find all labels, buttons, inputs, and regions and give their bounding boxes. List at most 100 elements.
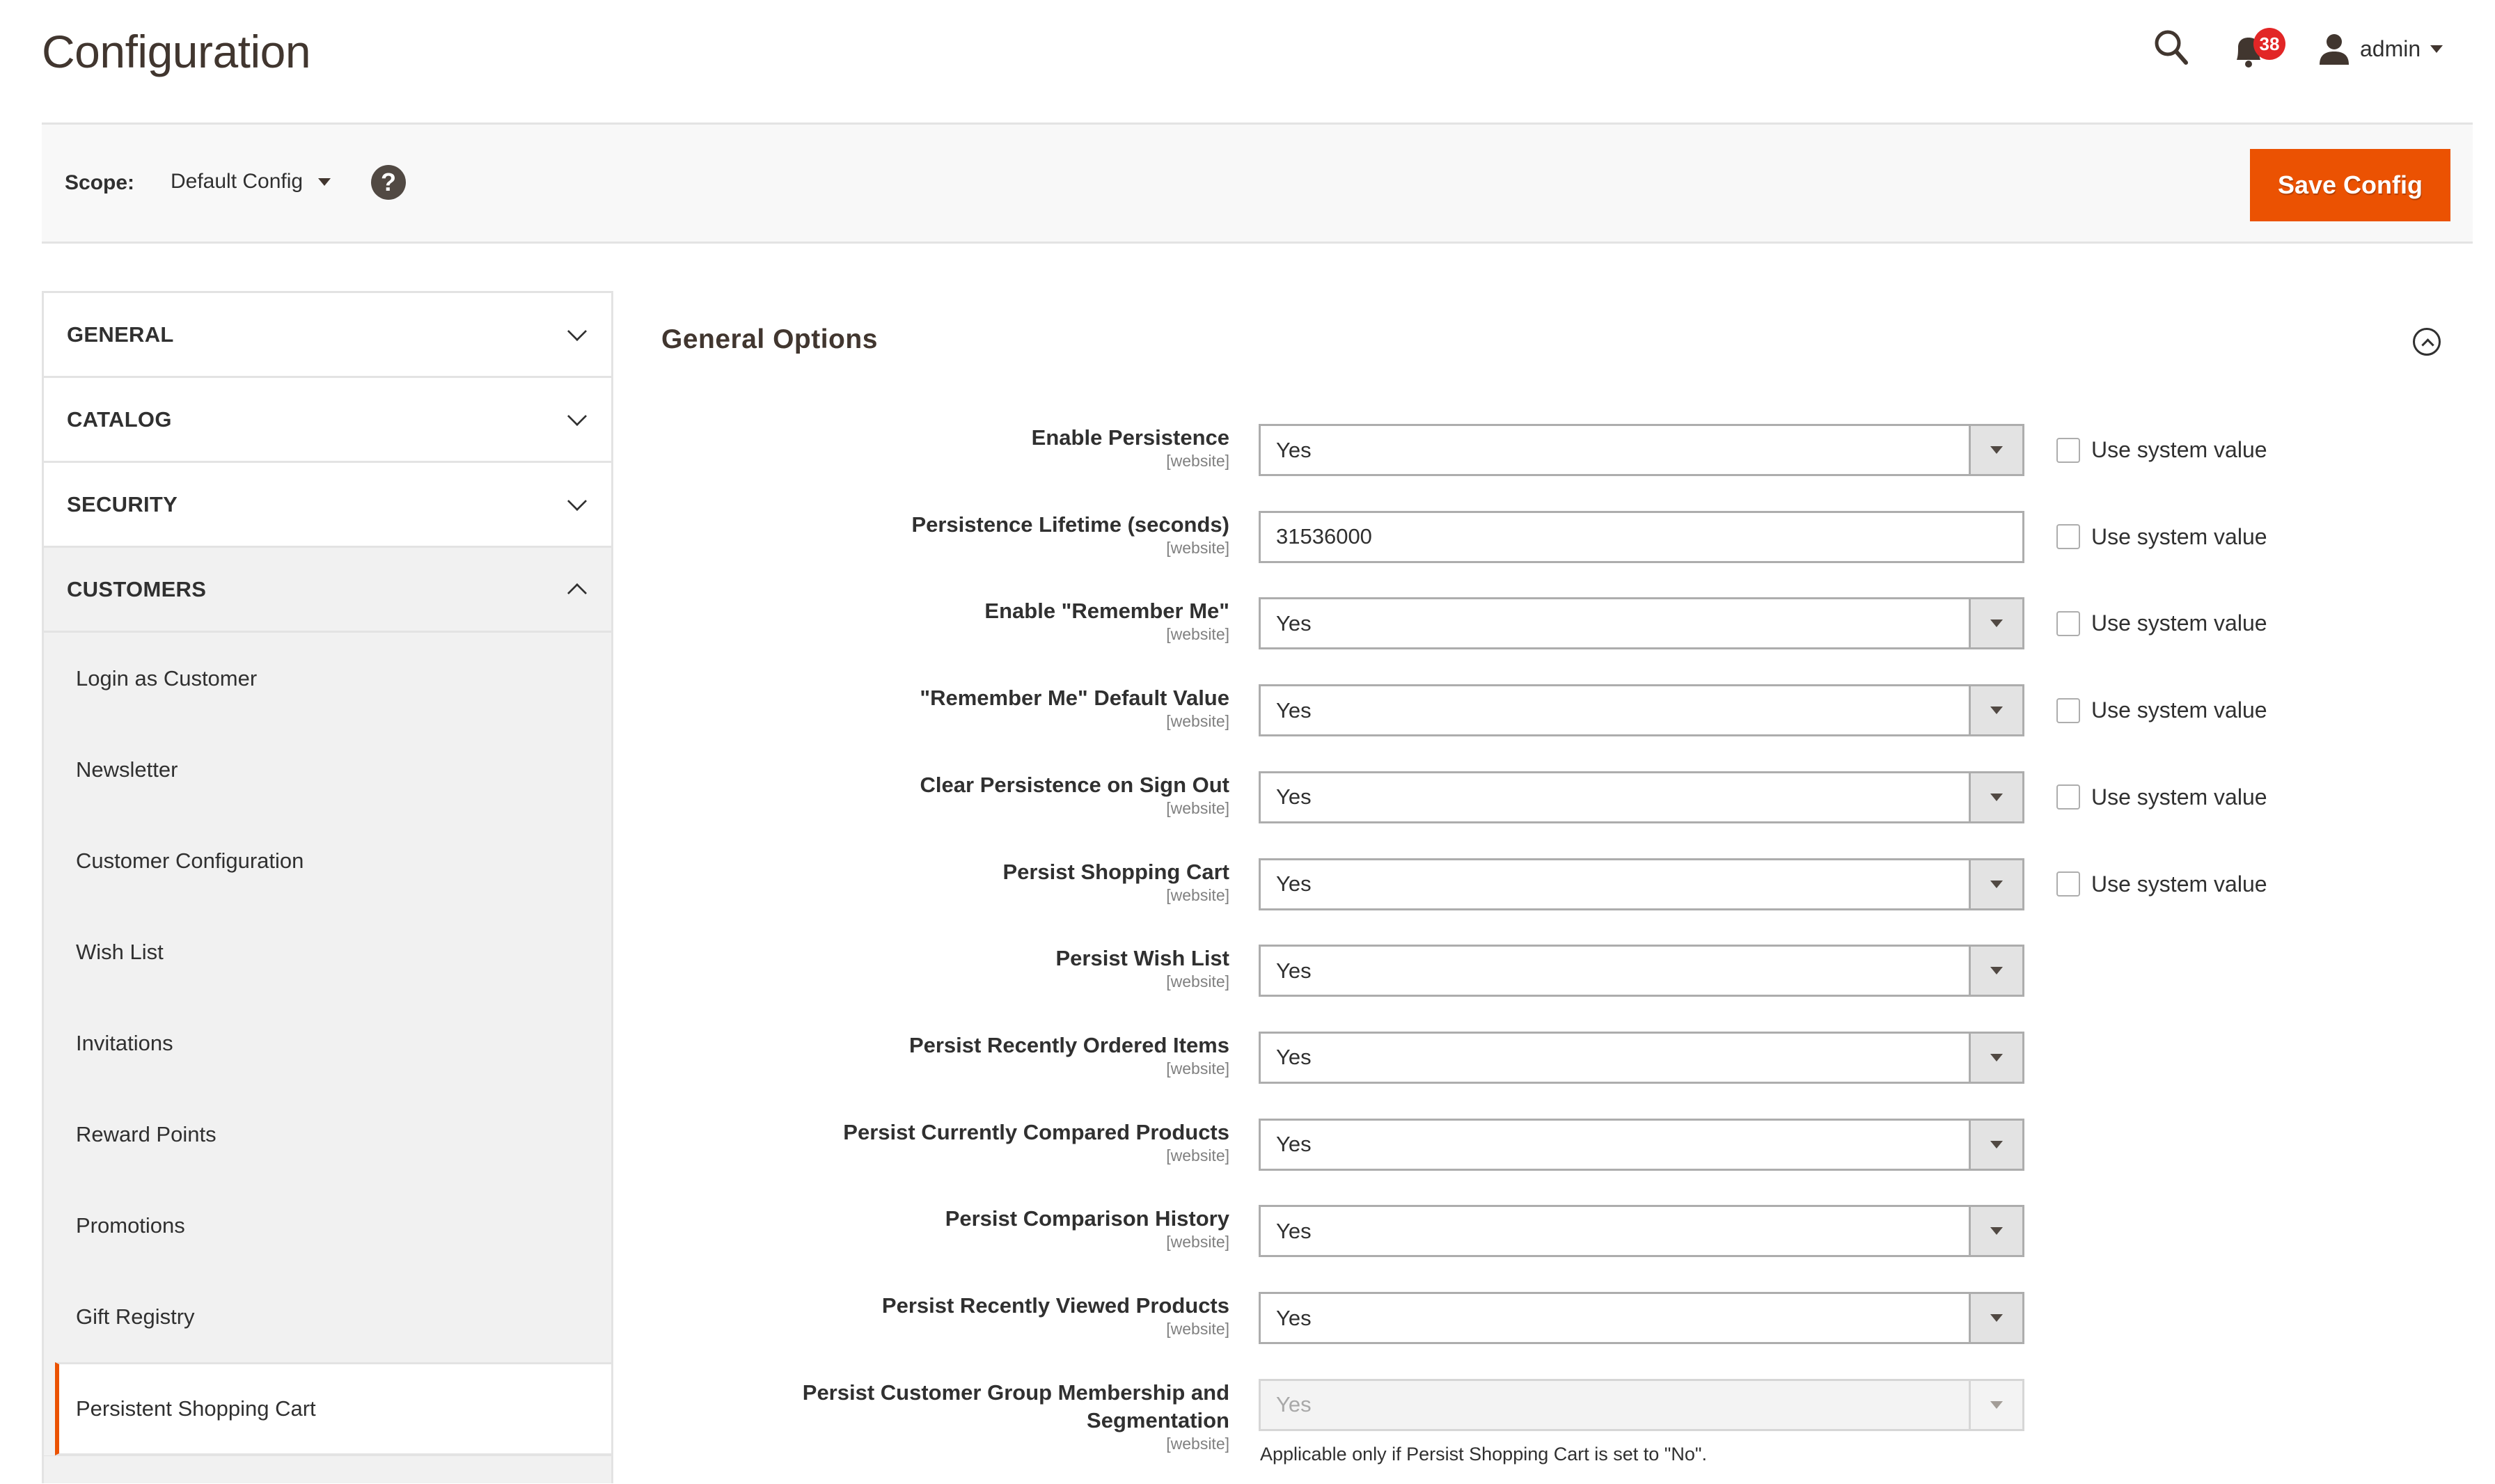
field-row-enable-persistence: Enable Persistence [website] Yes Use system…: [0, 424, 2495, 500]
field-row-persist-shopping-cart: Persist Shopping Cart [website] Yes Use sys…: [0, 858, 2495, 935]
scope-label: Scope:: [65, 171, 135, 194]
use-system-value-enable-persistence[interactable]: Use system value: [2056, 437, 2267, 463]
use-system-value-clear-persistence-on-sign-out[interactable]: Use system value: [2056, 784, 2267, 810]
field-scope: [website]: [1166, 625, 1229, 644]
sidebar-section-label: GENERAL: [67, 322, 174, 347]
field-label: Persist Recently Ordered Items: [908, 1032, 1229, 1057]
select-persist-shopping-cart[interactable]: Yes: [1259, 858, 2024, 910]
caret-down-icon: [1990, 446, 2003, 454]
caret-down-icon: [1990, 1314, 2003, 1322]
scope-value: Default Config: [171, 170, 304, 193]
use-system-value-label: Use system value: [2091, 437, 2267, 462]
caret-down-icon: [1990, 1053, 2003, 1061]
field-value: Yes: [1276, 1305, 1312, 1330]
field-value: Yes: [1276, 610, 1312, 636]
field-label: Persist Wish List: [1055, 946, 1229, 971]
field-value: Yes: [1276, 437, 1312, 462]
sidebar-section-general[interactable]: GENERAL: [44, 293, 611, 378]
chevron-up-circle-icon[interactable]: [2413, 328, 2441, 356]
field-row-persist-recently-ordered-items: Persist Recently Ordered Items [website] Y…: [0, 1031, 2495, 1108]
field-row-persistence-lifetime-seconds: Persistence Lifetime (seconds) [website] 3…: [0, 510, 2495, 587]
field-label: Clear Persistence on Sign Out: [920, 772, 1229, 797]
field-scope: [website]: [1166, 452, 1229, 470]
use-system-value-checkbox[interactable]: [2056, 437, 2080, 463]
select-persist-recently-viewed-products[interactable]: Yes: [1259, 1292, 2024, 1344]
dropdown-toggle[interactable]: [1969, 1033, 2022, 1082]
use-system-value-enable-remember-me[interactable]: Use system value: [2056, 610, 2267, 636]
caret-down-icon: [1990, 880, 2003, 888]
select-remember-me-default-value[interactable]: Yes: [1259, 684, 2024, 737]
select-persist-currently-compared-products[interactable]: Yes: [1259, 1118, 2024, 1171]
select-persist-comparison-history[interactable]: Yes: [1259, 1205, 2024, 1258]
field-row-persist-comparison-history: Persist Comparison History [website] Yes: [0, 1205, 2495, 1281]
select-enable-remember-me[interactable]: Yes: [1259, 597, 2024, 650]
page-title: Configuration: [42, 26, 311, 77]
field-row-remember-me-default-value: "Remember Me" Default Value [website] Yes U…: [0, 684, 2495, 761]
select-enable-persistence[interactable]: Yes: [1259, 424, 2024, 476]
chevron-down-icon: [567, 406, 588, 426]
field-label: Enable Persistence: [1031, 425, 1229, 450]
dropdown-toggle[interactable]: [1969, 860, 2022, 908]
field-value: Yes: [1276, 958, 1312, 983]
field-value: Yes: [1276, 784, 1312, 810]
use-system-value-checkbox[interactable]: [2056, 697, 2080, 723]
save-config-button[interactable]: Save Config: [2250, 149, 2450, 221]
caret-down-icon: [1990, 1140, 2003, 1148]
scope-bar: Scope: Default Config ? Save Config: [42, 123, 2473, 244]
dropdown-toggle: [1969, 1380, 2022, 1429]
field-scope: [website]: [1166, 538, 1229, 557]
field-scope: [website]: [1166, 1233, 1229, 1252]
global-search-button[interactable]: [2151, 26, 2193, 68]
field-row-persist-recently-viewed-products: Persist Recently Viewed Products [website…: [0, 1292, 2495, 1368]
dropdown-toggle[interactable]: [1969, 773, 2022, 821]
dropdown-toggle[interactable]: [1969, 426, 2022, 474]
dropdown-toggle[interactable]: [1969, 686, 2022, 735]
submenu-spacer: [44, 1455, 611, 1483]
use-system-value-checkbox[interactable]: [2056, 871, 2080, 897]
use-system-value-label: Use system value: [2091, 871, 2267, 897]
text-input-persistence-lifetime-seconds[interactable]: 31536000: [1259, 510, 2024, 563]
help-icon[interactable]: ?: [371, 165, 406, 200]
field-label: Persistence Lifetime (seconds): [911, 512, 1229, 537]
field-scope: [website]: [1166, 972, 1229, 991]
use-system-value-checkbox[interactable]: [2056, 524, 2080, 550]
field-label: Persist Currently Compared Products: [843, 1119, 1229, 1144]
select-clear-persistence-on-sign-out[interactable]: Yes: [1259, 771, 2024, 823]
dropdown-toggle[interactable]: [1969, 599, 2022, 648]
field-label-group: "Remember Me" Default Value [website]: [672, 684, 1229, 730]
field-label-group: Persist Shopping Cart [website]: [672, 858, 1229, 904]
select-persist-recently-ordered-items[interactable]: Yes: [1259, 1031, 2024, 1084]
field-value: Yes: [1276, 1045, 1312, 1070]
dropdown-toggle[interactable]: [1969, 1207, 2022, 1256]
section-title-general-options[interactable]: General Options: [661, 324, 878, 355]
field-label-group: Enable "Remember Me" [website]: [672, 597, 1229, 643]
use-system-value-label: Use system value: [2091, 784, 2267, 810]
field-scope: [website]: [1166, 1146, 1229, 1165]
dropdown-toggle[interactable]: [1969, 1120, 2022, 1169]
use-system-value-label: Use system value: [2091, 697, 2267, 723]
field-row-enable-remember-me: Enable "Remember Me" [website] Yes Use syst…: [0, 597, 2495, 674]
use-system-value-persist-shopping-cart[interactable]: Use system value: [2056, 871, 2267, 897]
field-label-group: Persist Recently Viewed Products [website…: [672, 1292, 1229, 1338]
use-system-value-remember-me-default-value[interactable]: Use system value: [2056, 697, 2267, 723]
use-system-value-checkbox[interactable]: [2056, 610, 2080, 636]
field-label-group: Persistence Lifetime (seconds) [website]: [672, 511, 1229, 557]
use-system-value-checkbox[interactable]: [2056, 784, 2080, 810]
dropdown-toggle[interactable]: [1969, 1294, 2022, 1342]
field-label-group: Persist Wish List [website]: [672, 945, 1229, 990]
scope-switcher[interactable]: Default Config: [171, 170, 331, 194]
field-row-clear-persistence-on-sign-out: Clear Persistence on Sign Out [website] Ye…: [0, 771, 2495, 848]
field-label: Persist Shopping Cart: [1002, 859, 1229, 884]
notifications-button[interactable]: 38: [2231, 24, 2294, 72]
chevron-down-icon: [567, 321, 588, 341]
dropdown-toggle[interactable]: [1969, 947, 2022, 995]
field-label: Persist Recently Viewed Products: [881, 1293, 1229, 1318]
user-account-menu[interactable]: admin: [2318, 28, 2443, 70]
field-value: Yes: [1276, 1392, 1312, 1417]
field-row-persist-customer-group-membership-and-segmentation: Persist Customer Group Membership and Se…: [0, 1378, 2495, 1455]
caret-down-icon: [2430, 45, 2443, 53]
field-scope: [website]: [1166, 1320, 1229, 1338]
use-system-value-persistence-lifetime-seconds[interactable]: Use system value: [2056, 524, 2267, 550]
select-persist-wish-list[interactable]: Yes: [1259, 945, 2024, 997]
field-label-group: Persist Recently Ordered Items [website]: [672, 1032, 1229, 1078]
